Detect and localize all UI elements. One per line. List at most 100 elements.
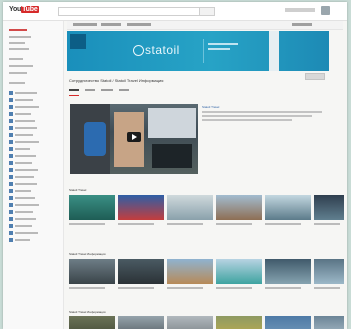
video-title[interactable] — [216, 287, 252, 289]
sidebar-item[interactable] — [15, 204, 39, 206]
sidebar-item[interactable] — [15, 106, 39, 108]
video-title[interactable] — [118, 287, 154, 289]
sidebar-item[interactable] — [15, 225, 32, 227]
youtube-logo[interactable]: YouTube — [9, 6, 39, 13]
video-thumbnail[interactable] — [314, 316, 344, 329]
video-thumbnail[interactable] — [265, 316, 311, 329]
video-thumbnail[interactable] — [216, 316, 262, 329]
video-title[interactable] — [265, 287, 301, 289]
search-button[interactable] — [199, 7, 215, 16]
video-thumbnail[interactable] — [167, 259, 213, 284]
sidebar-item[interactable] — [15, 134, 33, 136]
sidebar-item[interactable] — [15, 183, 37, 185]
tab-about[interactable] — [119, 89, 129, 91]
video-frame — [84, 122, 106, 156]
sidebar-item[interactable] — [15, 176, 34, 178]
sidebar-item[interactable] — [15, 162, 32, 164]
channel-icon — [9, 196, 13, 200]
sidebar-heading — [9, 82, 25, 84]
sidebar-item[interactable] — [15, 113, 31, 115]
video-thumbnail[interactable] — [118, 316, 164, 329]
nav-item[interactable] — [292, 23, 312, 26]
video-thumbnail[interactable] — [69, 316, 115, 329]
sidebar-item[interactable] — [15, 239, 30, 241]
channel-title: Сотрудничество Statoil / Statoil Travel … — [69, 78, 164, 83]
video-frame — [152, 144, 192, 168]
featured-video-title[interactable]: Statoil Travel — [202, 105, 219, 109]
sidebar-item[interactable] — [15, 155, 36, 157]
channel-icon — [9, 112, 13, 116]
video-thumbnail[interactable] — [69, 195, 115, 220]
sidebar-item[interactable] — [15, 148, 30, 150]
sidebar-item[interactable] — [15, 211, 33, 213]
video-thumbnail[interactable] — [216, 195, 262, 220]
statoil-logo-icon — [133, 45, 144, 56]
subscribe-button[interactable] — [305, 73, 325, 80]
video-thumbnail[interactable] — [265, 259, 311, 284]
video-title[interactable] — [216, 223, 252, 225]
video-title[interactable] — [69, 223, 105, 225]
video-title[interactable] — [265, 223, 301, 225]
brand-name: statoil — [145, 43, 180, 57]
avatar[interactable] — [321, 6, 330, 15]
featured-video-description — [202, 115, 312, 117]
video-thumbnail[interactable] — [118, 259, 164, 284]
tab-videos[interactable] — [85, 89, 95, 91]
nav-item[interactable] — [127, 23, 151, 26]
video-thumbnail[interactable] — [167, 195, 213, 220]
video-title[interactable] — [314, 223, 340, 225]
logo-you: You — [9, 6, 22, 13]
video-thumbnail[interactable] — [314, 195, 344, 220]
sidebar-item[interactable] — [15, 127, 37, 129]
video-title[interactable] — [118, 223, 154, 225]
video-thumbnail[interactable] — [167, 316, 213, 329]
video-title[interactable] — [314, 287, 340, 289]
sidebar-item[interactable] — [15, 197, 35, 199]
video-thumbnail[interactable] — [265, 195, 311, 220]
tab-home[interactable] — [69, 89, 79, 91]
sidebar-item[interactable] — [15, 92, 37, 94]
video-title[interactable] — [167, 223, 203, 225]
banner-text — [208, 43, 238, 45]
channel-icon — [9, 217, 13, 221]
channel-icon — [9, 105, 13, 109]
channel-icon — [9, 238, 13, 242]
upload-link[interactable] — [285, 8, 315, 12]
sidebar-item[interactable] — [9, 65, 33, 67]
channel-tabs — [69, 88, 179, 94]
channel-icon — [9, 224, 13, 228]
video-title[interactable] — [167, 287, 203, 289]
channel-banner: statoil — [67, 31, 329, 71]
channel-icon — [9, 203, 13, 207]
video-thumbnail[interactable] — [69, 259, 115, 284]
sidebar-item[interactable] — [9, 36, 31, 38]
video-title[interactable] — [69, 287, 105, 289]
tab-playlists[interactable] — [101, 89, 113, 91]
channel-icon — [9, 210, 13, 214]
sidebar-item-home[interactable] — [9, 29, 27, 31]
video-thumbnail[interactable] — [216, 259, 262, 284]
sidebar-item[interactable] — [15, 190, 31, 192]
sidebar-item[interactable] — [15, 99, 33, 101]
sidebar-item[interactable] — [15, 141, 39, 143]
sidebar-item[interactable] — [9, 42, 25, 44]
search-input[interactable] — [58, 7, 200, 16]
nav-item[interactable] — [73, 23, 97, 26]
play-icon[interactable] — [127, 132, 141, 142]
channel-icon — [9, 182, 13, 186]
sidebar-item[interactable] — [15, 120, 35, 122]
sidebar-item[interactable] — [15, 169, 38, 171]
video-thumbnail[interactable] — [118, 195, 164, 220]
section-title[interactable]: Statoil Travel — [69, 188, 86, 192]
video-thumbnail[interactable] — [314, 259, 344, 284]
sidebar-item[interactable] — [9, 72, 27, 74]
sidebar-item[interactable] — [9, 48, 29, 50]
section-title[interactable]: Statoil Travel Информация — [69, 252, 106, 256]
featured-video-player[interactable] — [70, 104, 198, 174]
channel-icon — [9, 126, 13, 130]
nav-item[interactable] — [101, 23, 121, 26]
section-title[interactable]: Statoil Travel Информация — [69, 310, 106, 314]
sidebar-item[interactable] — [15, 232, 38, 234]
sidebar — [3, 21, 64, 329]
sidebar-item[interactable] — [15, 218, 36, 220]
